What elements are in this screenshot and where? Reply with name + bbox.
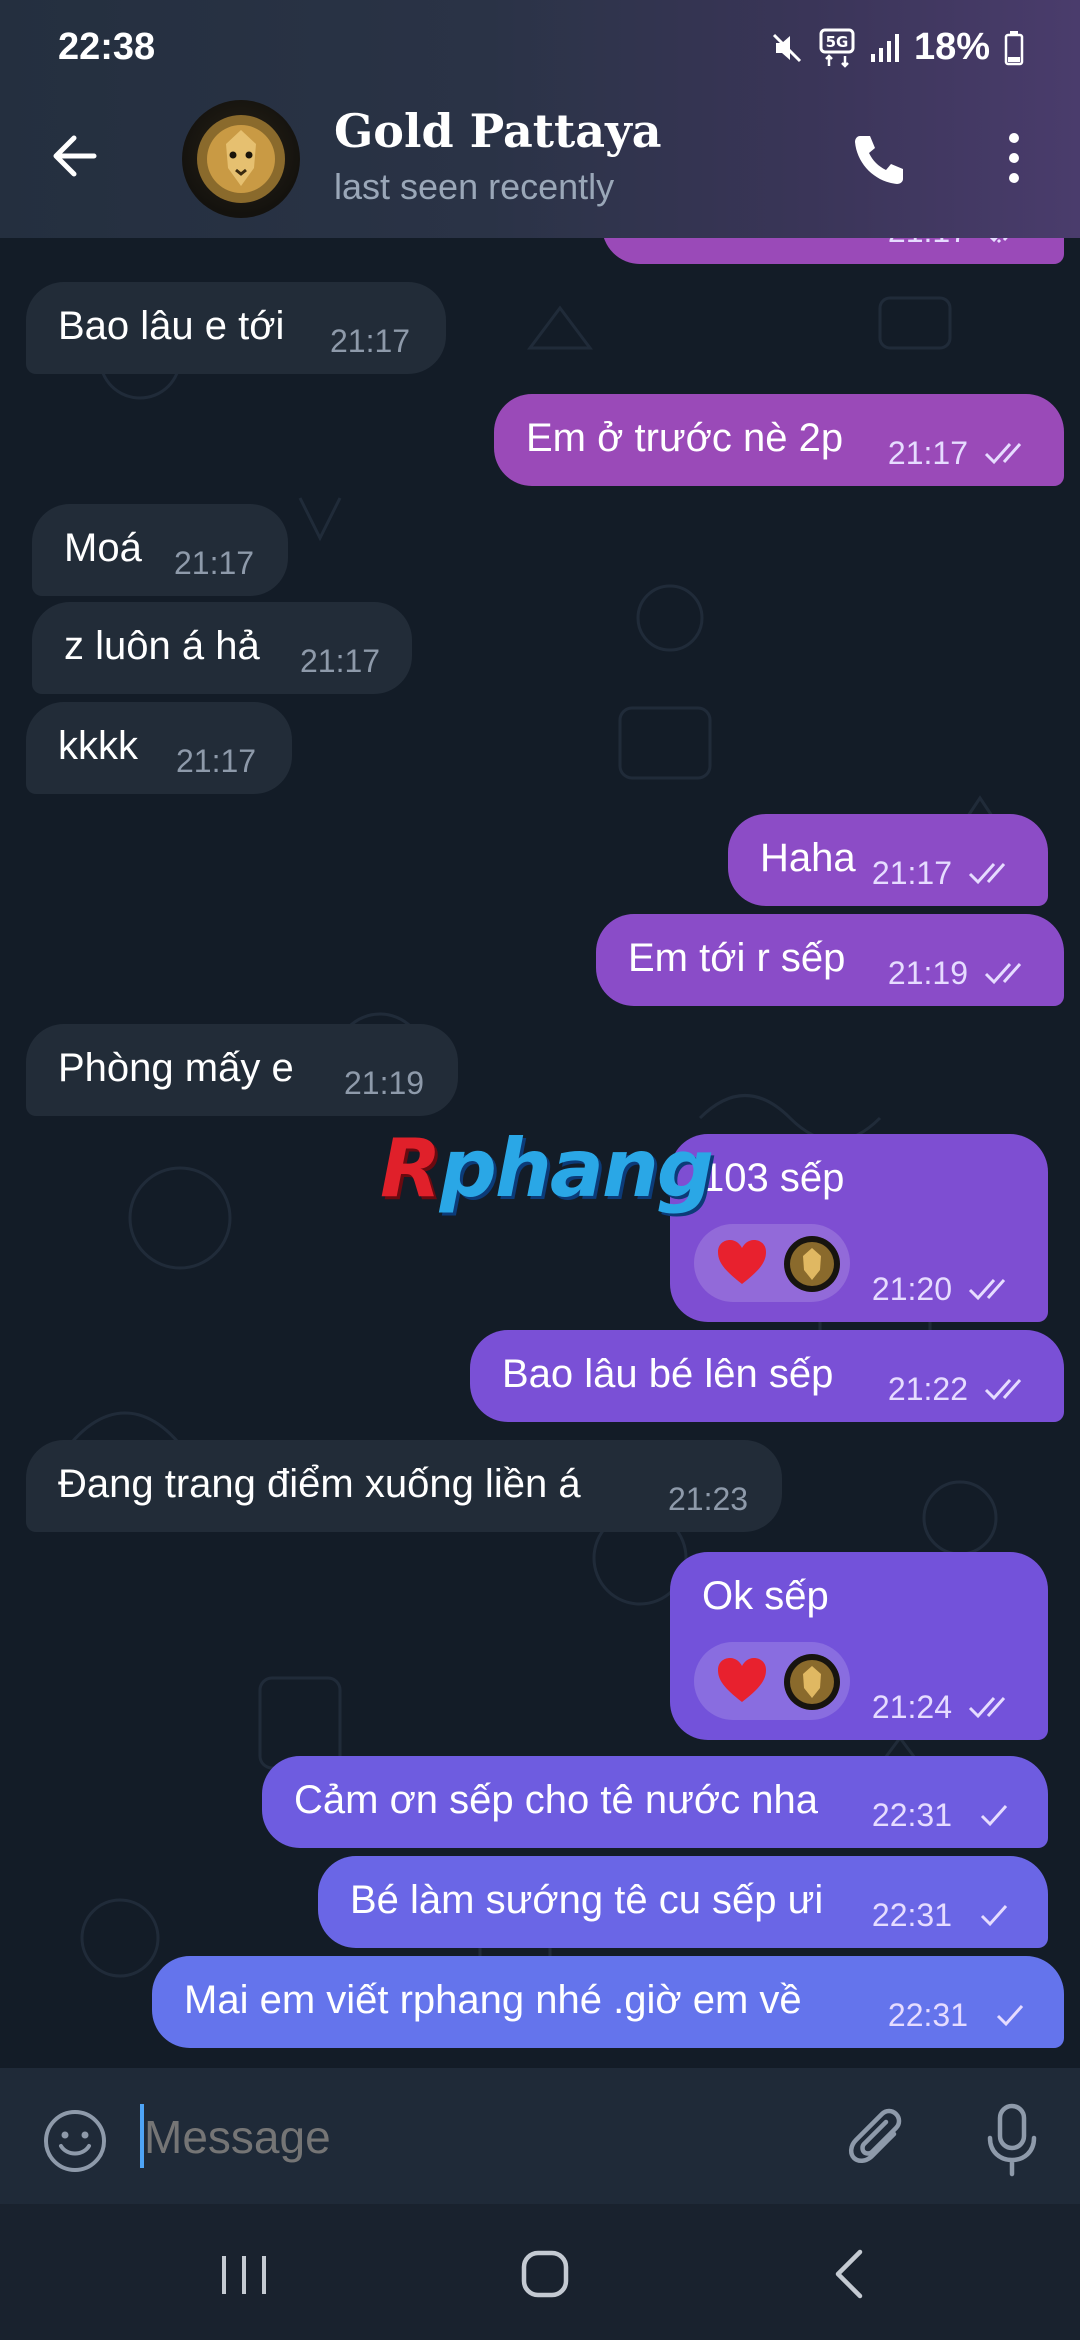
message-bubble-incoming[interactable]: Phòng mấy e 21:19 [26, 1024, 458, 1116]
message-bubble-incoming[interactable]: kkkk 21:17 [26, 702, 292, 794]
message-bubble-outgoing[interactable]: 103 sếp 21:20 [670, 1134, 1048, 1322]
message-time: 21:17 [174, 545, 255, 581]
emoji-icon[interactable] [42, 2108, 108, 2174]
read-double-check-icon [989, 238, 1008, 244]
heart-icon[interactable] [716, 1238, 768, 1288]
battery-percent: 18% [913, 26, 990, 68]
message-reactions[interactable] [694, 1642, 850, 1720]
read-double-check-icon [968, 1279, 1006, 1301]
message-bubble-outgoing[interactable]: Ok sếp 21:24 [670, 1552, 1048, 1740]
message-text: Cảm ơn sếp cho tê nước nha [294, 1778, 818, 1822]
attach-icon[interactable] [846, 2104, 912, 2176]
chat-title[interactable]: Gold Pattaya [334, 104, 662, 158]
home-icon[interactable] [520, 2248, 570, 2300]
message-time: 21:17 [887, 435, 968, 471]
message-time: 22:31 [887, 1997, 968, 2033]
reaction-avatar [784, 1654, 840, 1710]
message-text: Đang trang điểm xuống liền á [58, 1462, 581, 1506]
message-bubble-incoming[interactable]: Bao lâu e tới 21:17 [26, 282, 446, 374]
telegram-chat-screen: 22:38 5G 18% Gold Pattaya last seen rece… [0, 0, 1080, 2340]
message-bubble-outgoing[interactable]: Bé làm sướng tê cu sếp ưi 22:31 [318, 1856, 1048, 1948]
message-list[interactable]: 21:17 Bao lâu e tới 21:17 Em ở trước nè … [0, 238, 1080, 2068]
message-text: kkkk [58, 724, 138, 768]
lion-avatar [197, 115, 285, 203]
message-composer [0, 2068, 1080, 2204]
read-double-check-icon [984, 443, 1022, 465]
message-time: 21:24 [871, 1689, 952, 1725]
mute-icon [772, 33, 801, 62]
status-time: 22:38 [58, 26, 156, 68]
message-input[interactable] [142, 2096, 826, 2178]
message-text: z luôn á hả [64, 624, 260, 668]
message-time: 21:22 [887, 1371, 968, 1407]
watermark-letter: R [380, 1122, 442, 1215]
message-reactions[interactable] [694, 1224, 850, 1302]
5g-icon: 5G [819, 28, 855, 68]
message-time: 21:19 [344, 1065, 425, 1101]
watermark-logo: Rphang [380, 1122, 714, 1215]
lion-avatar [790, 1242, 834, 1286]
message-text: 103 sếp [702, 1156, 845, 1200]
read-double-check-icon [968, 863, 1006, 885]
message-bubble-outgoing[interactable]: 21:17 [602, 238, 1064, 264]
back-icon[interactable] [830, 2248, 866, 2300]
phone-icon[interactable] [850, 130, 906, 186]
message-time: 22:31 [871, 1897, 952, 1933]
svg-text:5G: 5G [826, 33, 849, 51]
sent-check-icon [980, 1805, 1008, 1827]
message-bubble-outgoing[interactable]: Em tới r sếp 21:19 [596, 914, 1064, 1006]
message-time: 21:23 [668, 1481, 749, 1517]
message-time: 21:17 [330, 323, 411, 359]
read-double-check-icon [968, 1697, 1006, 1719]
last-seen-status: last seen recently [334, 166, 615, 207]
message-text: Mai em viết rphang nhé .giờ em về [184, 1978, 802, 2022]
message-bubble-incoming[interactable]: Moá 21:17 [32, 504, 288, 596]
chat-header: 22:38 5G 18% Gold Pattaya last seen rece… [0, 0, 1080, 238]
signal-icon [870, 33, 899, 62]
message-bubble-incoming[interactable]: z luôn á hả 21:17 [32, 602, 412, 694]
message-bubble-outgoing[interactable]: Em ở trước nè 2p 21:17 [494, 394, 1064, 486]
message-text: Em tới r sếp [628, 936, 846, 980]
message-bubble-outgoing[interactable]: Bao lâu bé lên sếp 21:22 [470, 1330, 1064, 1422]
message-time: 21:17 [300, 643, 381, 679]
message-bubble-incoming[interactable]: Đang trang điểm xuống liền á 21:23 [26, 1440, 782, 1532]
recent-apps-icon[interactable] [218, 2252, 270, 2298]
message-text: Phòng mấy e [58, 1046, 294, 1090]
sent-check-icon [980, 1905, 1008, 1927]
read-double-check-icon [984, 1379, 1022, 1401]
system-navigation-bar [0, 2204, 1080, 2340]
contact-avatar[interactable] [182, 100, 300, 218]
message-text: Bé làm sướng tê cu sếp ưi [350, 1878, 824, 1922]
back-arrow-icon[interactable] [44, 124, 108, 188]
heart-icon[interactable] [716, 1656, 768, 1706]
message-text: Bao lâu e tới [58, 304, 285, 348]
message-text: Ok sếp [702, 1574, 829, 1618]
message-bubble-outgoing[interactable]: Cảm ơn sếp cho tê nước nha 22:31 [262, 1756, 1048, 1848]
message-time: 21:17 [176, 743, 257, 779]
message-time: 22:31 [871, 1797, 952, 1833]
battery-icon [1004, 30, 1024, 65]
message-text: Em ở trước nè 2p [526, 416, 844, 460]
read-double-check-icon [984, 963, 1022, 985]
more-vertical-icon[interactable] [1000, 128, 1028, 188]
message-bubble-outgoing[interactable]: Mai em viết rphang nhé .giờ em về 22:31 [152, 1956, 1064, 2048]
watermark-word: phang [439, 1122, 714, 1215]
message-time: 21:17 [871, 855, 952, 891]
message-time: 21:20 [871, 1271, 952, 1307]
message-time: 21:17 [888, 238, 968, 250]
message-text: Moá [64, 526, 142, 570]
reaction-avatar [784, 1236, 840, 1292]
lion-avatar [790, 1660, 834, 1704]
message-text: Haha [760, 836, 856, 880]
status-icons: 5G 18% [770, 26, 1024, 69]
microphone-icon[interactable] [982, 2102, 1042, 2178]
message-bubble-outgoing[interactable]: Haha 21:17 [728, 814, 1048, 906]
message-time: 21:19 [887, 955, 968, 991]
sent-check-icon [996, 2005, 1024, 2027]
message-text: Bao lâu bé lên sếp [502, 1352, 834, 1396]
